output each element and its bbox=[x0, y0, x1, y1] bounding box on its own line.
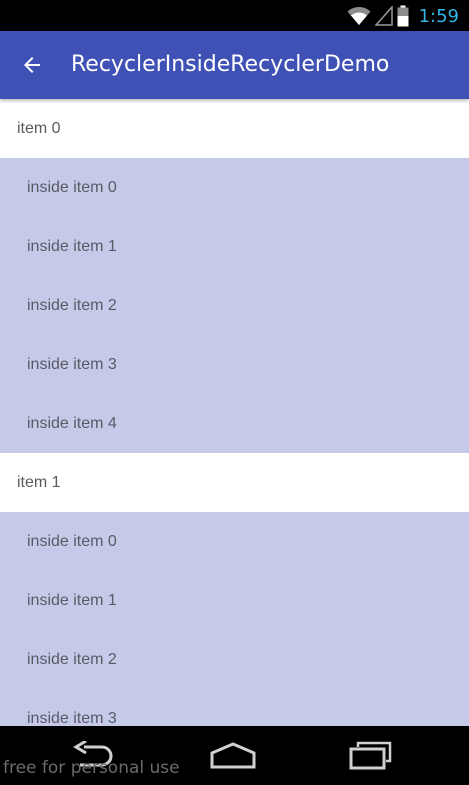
inner-item-label: inside item 1 bbox=[27, 237, 117, 255]
inner-item-label: inside item 2 bbox=[27, 650, 117, 668]
arrow-back-icon[interactable] bbox=[20, 53, 44, 77]
outer-item-group: item 1 inside item 0 inside item 1 insid… bbox=[0, 453, 469, 726]
outer-item-group: item 0 inside item 0 inside item 1 insid… bbox=[0, 99, 469, 453]
inner-item[interactable]: inside item 0 bbox=[0, 158, 469, 217]
inner-item[interactable]: inside item 0 bbox=[0, 512, 469, 571]
inner-item[interactable]: inside item 4 bbox=[0, 394, 469, 453]
outer-item[interactable]: item 1 bbox=[0, 453, 469, 512]
outer-item-label: item 0 bbox=[17, 119, 61, 137]
inner-item-label: inside item 3 bbox=[27, 709, 117, 727]
outer-item[interactable]: item 0 bbox=[0, 99, 469, 158]
wifi-icon bbox=[347, 7, 371, 25]
home-icon[interactable] bbox=[209, 741, 257, 771]
status-icons: 1:59 bbox=[347, 4, 459, 28]
inner-item-label: inside item 0 bbox=[27, 532, 117, 550]
status-bar: 1:59 bbox=[0, 0, 469, 31]
signal-icon bbox=[374, 6, 393, 26]
inner-item[interactable]: inside item 3 bbox=[0, 335, 469, 394]
inner-item[interactable]: inside item 1 bbox=[0, 571, 469, 630]
app-bar: RecyclerInsideRecyclerDemo bbox=[0, 31, 469, 99]
inner-item[interactable]: inside item 1 bbox=[0, 217, 469, 276]
page-title: RecyclerInsideRecyclerDemo bbox=[71, 52, 390, 77]
inner-item-label: inside item 3 bbox=[27, 355, 117, 373]
inner-item[interactable]: inside item 3 bbox=[0, 689, 469, 727]
outer-item-label: item 1 bbox=[17, 473, 61, 491]
inner-item[interactable]: inside item 2 bbox=[0, 630, 469, 689]
inner-item[interactable]: inside item 2 bbox=[0, 276, 469, 335]
watermark: free for personal use bbox=[3, 758, 180, 778]
inner-item-label: inside item 4 bbox=[27, 414, 117, 432]
outer-list[interactable]: item 0 inside item 0 inside item 1 insid… bbox=[0, 99, 469, 726]
battery-icon bbox=[397, 5, 409, 27]
inner-item-label: inside item 2 bbox=[27, 296, 117, 314]
inner-list[interactable]: inside item 0 inside item 1 inside item … bbox=[0, 512, 469, 726]
recents-icon[interactable] bbox=[348, 741, 394, 771]
inner-item-label: inside item 1 bbox=[27, 591, 117, 609]
inner-item-label: inside item 0 bbox=[27, 178, 117, 196]
inner-list[interactable]: inside item 0 inside item 1 inside item … bbox=[0, 158, 469, 453]
status-time: 1:59 bbox=[418, 5, 459, 27]
